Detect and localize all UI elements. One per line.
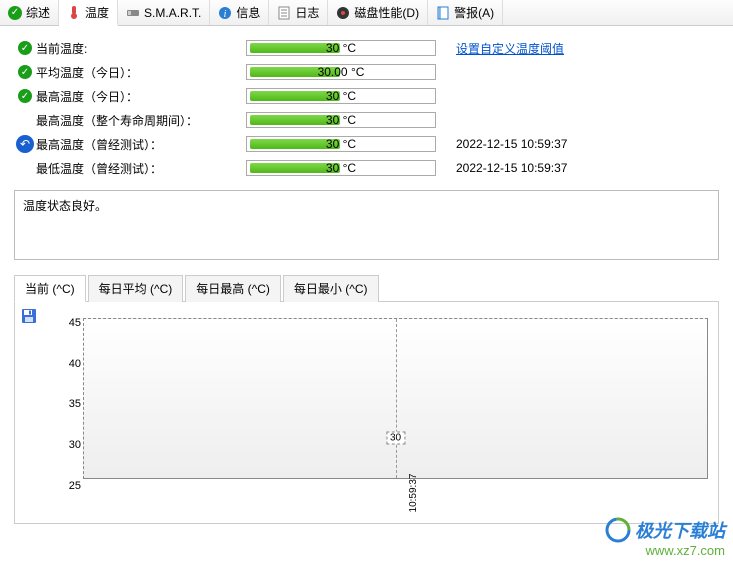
reading-label: 最高温度（今日）：	[36, 88, 246, 105]
watermark-brand: 极光下载站	[635, 517, 725, 543]
reading-row: ✓ 当前温度:30 °C 设置自定义温度阈值	[14, 36, 719, 60]
reading-label: 最低温度（曾经测试）：	[36, 160, 246, 177]
temperature-panel: ✓当前温度:30 °C设置自定义温度阈值✓平均温度（今日）：30.00 °C✓最…	[0, 26, 733, 534]
status-message-box: 温度状态良好。	[14, 190, 719, 260]
temperature-value: 30 °C	[247, 41, 435, 55]
sub-tab-1[interactable]: 每日平均 (^C)	[88, 275, 184, 302]
svg-text:i: i	[224, 9, 227, 20]
chart-data-point: 30	[386, 432, 405, 445]
reading-label: 当前温度:	[36, 40, 246, 57]
temperature-value: 30 °C	[247, 161, 435, 175]
back-icon[interactable]: ↶	[16, 135, 34, 153]
log-icon	[277, 6, 291, 20]
status-text: 温度状态良好。	[23, 199, 107, 213]
temperature-bar: 30 °C	[246, 40, 436, 56]
reading-timestamp: 2022-12-15 10:59:37	[456, 161, 567, 175]
tab-label: 日志	[295, 4, 319, 21]
tab-log[interactable]: 日志	[269, 0, 328, 25]
tab-label: 磁盘性能(D)	[354, 4, 419, 21]
watermark-site: www.xz7.com	[605, 543, 725, 558]
temperature-bar: 30.00 °C	[246, 64, 436, 80]
sub-tab-2[interactable]: 每日最高 (^C)	[185, 275, 281, 302]
temperature-chart: 30253035404510:59:37	[59, 312, 708, 493]
thermo-icon	[67, 5, 81, 19]
tab-label: S.M.A.R.T.	[144, 6, 201, 20]
tab-label: 信息	[236, 4, 260, 21]
chart-xtick: 10:59:37	[408, 474, 419, 513]
reading-row: ✓ 平均温度（今日）：30.00 °C	[14, 60, 719, 84]
chart-ytick: 35	[69, 398, 81, 410]
tab-thermo[interactable]: 温度	[59, 0, 118, 26]
alert-icon	[436, 6, 450, 20]
tab-check[interactable]: ✓ 综述	[0, 0, 59, 25]
sub-tab-3[interactable]: 每日最小 (^C)	[283, 275, 379, 302]
set-threshold-link[interactable]: 设置自定义温度阈值	[456, 40, 564, 57]
sub-tab-0[interactable]: 当前 (^C)	[14, 275, 86, 302]
reading-label: 最高温度（曾经测试）：	[36, 136, 246, 153]
ok-icon: ✓	[18, 65, 32, 79]
temperature-value: 30 °C	[247, 89, 435, 103]
tab-smart[interactable]: S.M.A.R.T.	[118, 0, 210, 25]
tab-alert[interactable]: 警报(A)	[428, 0, 503, 25]
reading-row: ↶最高温度（曾经测试）：30 °C 2022-12-15 10:59:37	[14, 132, 719, 156]
tab-label: 警报(A)	[454, 4, 494, 21]
main-tabs: ✓ 综述 温度 S.M.A.R.T. i 信息 日志 磁盘性能(D) 警报(A)	[0, 0, 733, 26]
ok-icon: ✓	[18, 41, 32, 55]
tab-label: 综述	[26, 4, 50, 21]
temperature-value: 30.00 °C	[247, 65, 435, 79]
reading-row: 最高温度（整个寿命周期间）：30 °C	[14, 108, 719, 132]
reading-row: 最低温度（曾经测试）：30 °C 2022-12-15 10:59:37	[14, 156, 719, 180]
chart-ytick: 45	[69, 317, 81, 329]
reading-label: 最高温度（整个寿命周期间）：	[36, 112, 246, 129]
save-icon[interactable]	[21, 308, 37, 327]
temperature-value: 30 °C	[247, 137, 435, 151]
chart-gridline	[396, 319, 397, 478]
chart-plot-area: 30	[83, 318, 708, 479]
info-icon: i	[218, 6, 232, 20]
check-icon: ✓	[8, 6, 22, 20]
temperature-bar: 30 °C	[246, 88, 436, 104]
tab-disk[interactable]: 磁盘性能(D)	[328, 0, 428, 25]
smart-icon	[126, 6, 140, 20]
reading-timestamp: 2022-12-15 10:59:37	[456, 137, 567, 151]
tab-info[interactable]: i 信息	[210, 0, 269, 25]
temperature-value: 30 °C	[247, 113, 435, 127]
temperature-bar: 30 °C	[246, 112, 436, 128]
reading-row: ✓ 最高温度（今日）：30 °C	[14, 84, 719, 108]
chart-sub-tabs: 当前 (^C)每日平均 (^C)每日最高 (^C)每日最小 (^C)	[14, 274, 719, 302]
chart-area: 30 25 30 35 40 45 10:59:37	[14, 302, 719, 524]
watermark: 极光下载站 www.xz7.com	[605, 517, 725, 558]
chart-ytick: 30	[69, 439, 81, 451]
temperature-bar: 30 °C	[246, 160, 436, 176]
disk-icon	[336, 6, 350, 20]
temperature-bar: 30 °C	[246, 136, 436, 152]
chart-ytick: 40	[69, 358, 81, 370]
watermark-logo-icon	[605, 517, 631, 543]
ok-icon: ✓	[18, 89, 32, 103]
tab-label: 温度	[85, 4, 109, 21]
chart-ytick: 25	[69, 480, 81, 492]
reading-label: 平均温度（今日）：	[36, 64, 246, 81]
